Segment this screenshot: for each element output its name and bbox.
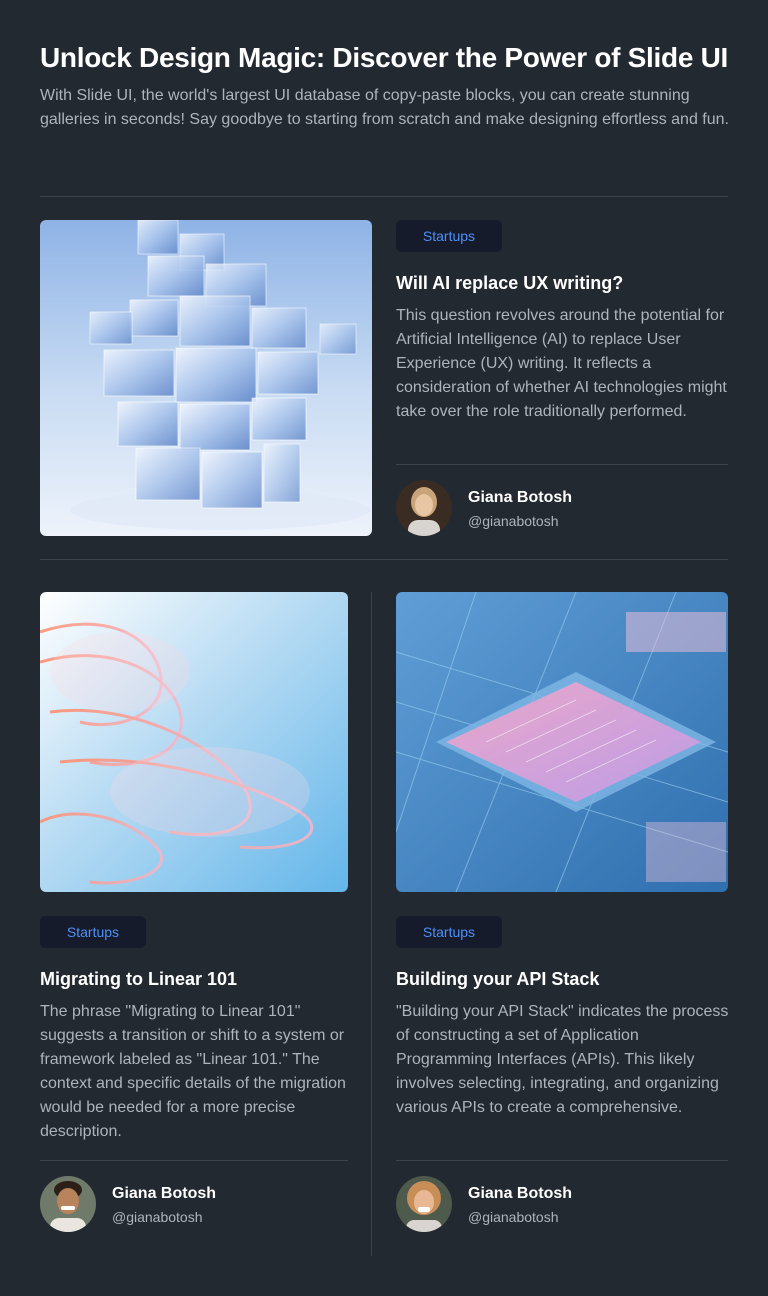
author-handle: @gianabotosh — [468, 1209, 559, 1225]
post-title[interactable]: Building your API Stack — [396, 967, 728, 991]
post-excerpt: This question revolves around the potent… — [396, 307, 727, 420]
tag-badge[interactable]: Startups — [396, 916, 502, 948]
page-subtitle: With Slide UI, the world's largest UI da… — [40, 87, 729, 128]
post-excerpt: The phrase "Migrating to Linear 101" sug… — [40, 1003, 346, 1140]
author-name[interactable]: Giana Botosh — [112, 1184, 216, 1204]
post-divider — [396, 1160, 728, 1161]
author-name[interactable]: Giana Botosh — [468, 488, 572, 508]
post-image-circuit-chip[interactable] — [396, 592, 728, 892]
author-handle: @gianabotosh — [468, 513, 559, 529]
section-divider — [40, 559, 728, 560]
post-image-glass-ribbons[interactable] — [40, 592, 348, 892]
post-image-glass-cubes[interactable] — [40, 220, 372, 536]
column-divider — [371, 592, 372, 1256]
post-title[interactable]: Migrating to Linear 101 — [40, 967, 348, 991]
header-divider — [40, 196, 728, 197]
post-divider — [396, 464, 728, 465]
tag-badge[interactable]: Startups — [396, 220, 502, 252]
post-excerpt: "Building your API Stack" indicates the … — [396, 1003, 729, 1116]
author-avatar[interactable] — [40, 1176, 96, 1232]
author-handle: @gianabotosh — [112, 1209, 203, 1225]
tag-badge[interactable]: Startups — [40, 916, 146, 948]
author-name[interactable]: Giana Botosh — [468, 1184, 572, 1204]
post-divider — [40, 1160, 348, 1161]
post-title[interactable]: Will AI replace UX writing? — [396, 271, 728, 295]
page-title: Unlock Design Magic: Discover the Power … — [40, 42, 728, 73]
author-avatar[interactable] — [396, 480, 452, 536]
author-avatar[interactable] — [396, 1176, 452, 1232]
